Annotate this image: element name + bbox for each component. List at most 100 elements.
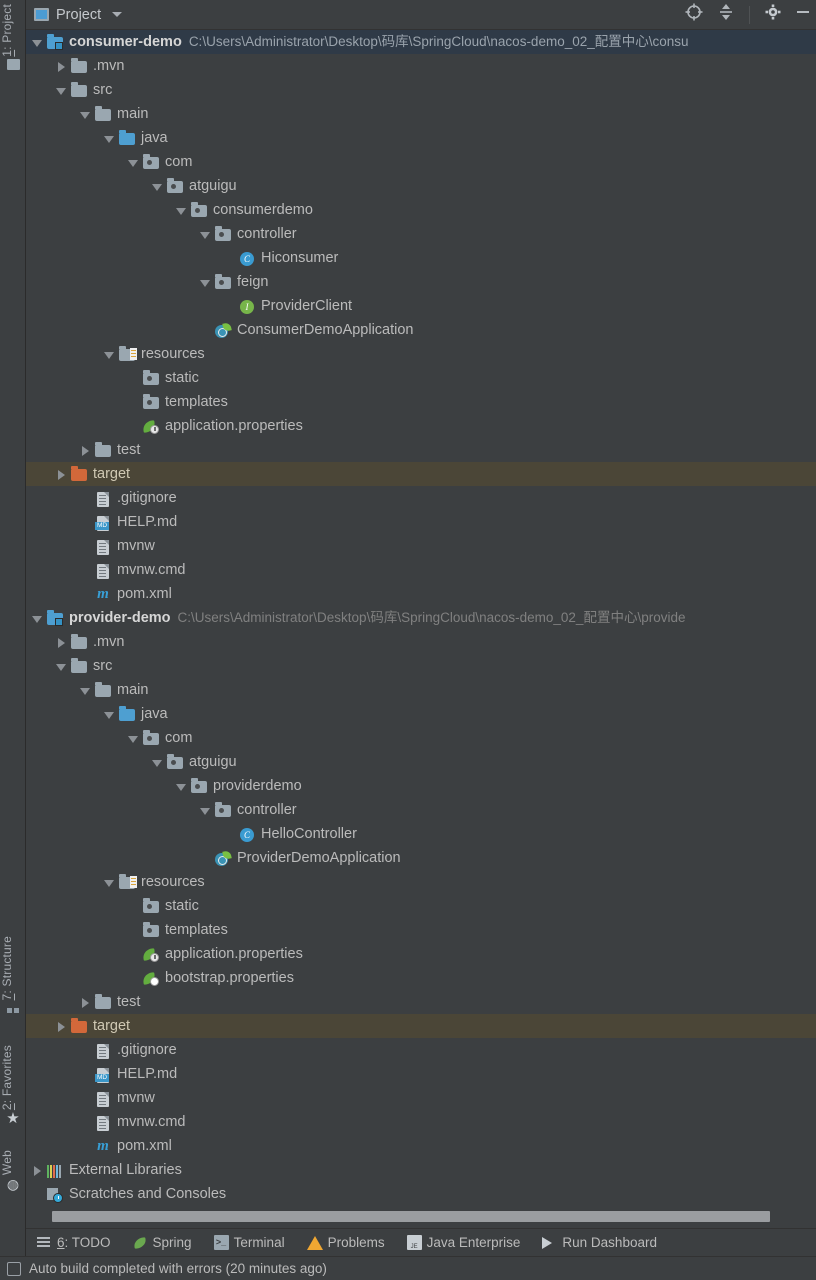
hide-icon[interactable] bbox=[796, 3, 810, 26]
tree-row[interactable]: ConsumerDemoApplication bbox=[26, 318, 816, 342]
tree-expand-arrow-down-icon[interactable] bbox=[30, 30, 46, 54]
tree-expand-arrow-down-icon[interactable] bbox=[102, 702, 118, 726]
tree-expand-arrow-down-icon[interactable] bbox=[78, 678, 94, 702]
sidebar-item-project[interactable]: 1: Project bbox=[0, 4, 26, 75]
tree-expand-arrow-down-icon[interactable] bbox=[174, 198, 190, 222]
sidebar-item-web[interactable]: Web ◍ bbox=[0, 1150, 26, 1193]
tree-row[interactable]: .mvn bbox=[26, 630, 816, 654]
tree-row[interactable]: feign bbox=[26, 270, 816, 294]
scrollbar-thumb[interactable] bbox=[52, 1211, 770, 1222]
spring-boot-app-icon bbox=[214, 849, 232, 867]
tree-row[interactable]: resources bbox=[26, 342, 816, 366]
tree-row[interactable]: templates bbox=[26, 918, 816, 942]
tree-expand-arrow-down-icon[interactable] bbox=[126, 726, 142, 750]
tool-window-button-spring[interactable]: Spring bbox=[122, 1229, 203, 1257]
sidebar-item-favorites[interactable]: 2: Favorites ★ bbox=[0, 1045, 26, 1128]
tree-row[interactable]: External Libraries bbox=[26, 1158, 816, 1182]
tree-row[interactable]: resources bbox=[26, 870, 816, 894]
tree-expand-arrow-down-icon[interactable] bbox=[198, 270, 214, 294]
tree-expand-arrow-down-icon[interactable] bbox=[102, 342, 118, 366]
tree-row[interactable]: Scratches and Consoles bbox=[26, 1182, 816, 1206]
tool-window-button-java-enterprise[interactable]: Java Enterprise bbox=[396, 1229, 532, 1257]
tree-row[interactable]: ProviderDemoApplication bbox=[26, 846, 816, 870]
tree-row[interactable]: application.properties bbox=[26, 414, 816, 438]
tool-window-button-6-todo[interactable]: 6: TODO bbox=[26, 1229, 122, 1257]
tree-row[interactable]: mvnw.cmd bbox=[26, 1110, 816, 1134]
tree-expand-arrow-down-icon[interactable] bbox=[126, 150, 142, 174]
resources-folder-icon bbox=[118, 873, 137, 891]
tree-expand-arrow-down-icon[interactable] bbox=[102, 870, 118, 894]
tree-row[interactable]: src bbox=[26, 78, 816, 102]
bottom-tool-window-bar[interactable]: 6: TODO Spring >_ Terminal Problems Java Ente… bbox=[26, 1228, 816, 1256]
tree-expand-arrow-right-icon[interactable] bbox=[54, 630, 70, 654]
tree-row[interactable]: mvnw bbox=[26, 534, 816, 558]
sidebar-item-structure[interactable]: 7: Structure bbox=[0, 936, 26, 1018]
tree-row[interactable]: providerdemo bbox=[26, 774, 816, 798]
tree-row[interactable]: com bbox=[26, 726, 816, 750]
tree-row[interactable]: test bbox=[26, 990, 816, 1014]
tree-expand-arrow-down-icon[interactable] bbox=[150, 750, 166, 774]
tree-row[interactable]: .gitignore bbox=[26, 486, 816, 510]
settings-gear-icon[interactable] bbox=[764, 3, 782, 26]
tree-row[interactable]: C Hiconsumer bbox=[26, 246, 816, 270]
tree-row[interactable]: templates bbox=[26, 390, 816, 414]
tree-row[interactable]: MD HELP.md bbox=[26, 1062, 816, 1086]
tree-row[interactable]: C HelloController bbox=[26, 822, 816, 846]
tree-row[interactable]: static bbox=[26, 894, 816, 918]
tree-row[interactable]: I ProviderClient bbox=[26, 294, 816, 318]
tree-row[interactable]: controller bbox=[26, 798, 816, 822]
tree-expand-arrow-down-icon[interactable] bbox=[30, 606, 46, 630]
tree-expand-arrow-right-icon[interactable] bbox=[54, 1014, 70, 1038]
tree-expand-arrow-right-icon[interactable] bbox=[78, 990, 94, 1014]
tree-expand-arrow-down-icon[interactable] bbox=[150, 174, 166, 198]
tree-expand-arrow-right-icon[interactable] bbox=[30, 1158, 46, 1182]
tree-row[interactable]: target bbox=[26, 462, 816, 486]
tree-row[interactable]: test bbox=[26, 438, 816, 462]
chevron-down-icon[interactable] bbox=[112, 12, 123, 17]
tree-row[interactable]: m pom.xml bbox=[26, 582, 816, 606]
tool-window-button-problems[interactable]: Problems bbox=[296, 1229, 396, 1257]
tree-expand-arrow-down-icon[interactable] bbox=[54, 78, 70, 102]
tree-expand-arrow-right-icon[interactable] bbox=[54, 462, 70, 486]
tree-row[interactable]: provider-demo C:\Users\Administrator\Desk… bbox=[26, 606, 816, 630]
tree-row[interactable]: MD HELP.md bbox=[26, 510, 816, 534]
tree-row[interactable]: java bbox=[26, 702, 816, 726]
project-tree[interactable]: consumer-demo C:\Users\Administrator\Desk… bbox=[26, 30, 816, 1208]
tree-row[interactable]: main bbox=[26, 102, 816, 126]
tool-window-button-run-dashboard[interactable]: Run Dashboard bbox=[531, 1229, 668, 1257]
tree-row[interactable]: mvnw bbox=[26, 1086, 816, 1110]
tree-row[interactable]: atguigu bbox=[26, 750, 816, 774]
tree-expand-arrow-down-icon[interactable] bbox=[54, 654, 70, 678]
tree-row[interactable]: src bbox=[26, 654, 816, 678]
horizontal-scrollbar[interactable] bbox=[26, 1208, 816, 1226]
tree-row[interactable]: application.properties bbox=[26, 942, 816, 966]
collapse-all-icon[interactable] bbox=[717, 3, 735, 26]
tree-row[interactable]: consumerdemo bbox=[26, 198, 816, 222]
tree-row[interactable]: .gitignore bbox=[26, 1038, 816, 1062]
tree-expand-arrow-down-icon[interactable] bbox=[102, 126, 118, 150]
tree-row[interactable]: main bbox=[26, 678, 816, 702]
tree-row[interactable]: consumer-demo C:\Users\Administrator\Desk… bbox=[26, 30, 816, 54]
tree-expand-arrow-down-icon[interactable] bbox=[198, 222, 214, 246]
tree-row[interactable]: m pom.xml bbox=[26, 1134, 816, 1158]
tree-expand-arrow-down-icon[interactable] bbox=[198, 798, 214, 822]
tree-expand-arrow-down-icon[interactable] bbox=[78, 102, 94, 126]
tree-row[interactable]: controller bbox=[26, 222, 816, 246]
tree-row[interactable]: atguigu bbox=[26, 174, 816, 198]
tree-row[interactable]: static bbox=[26, 366, 816, 390]
tree-expand-arrow-right-icon[interactable] bbox=[54, 54, 70, 78]
tree-row[interactable]: mvnw.cmd bbox=[26, 558, 816, 582]
tree-row[interactable]: java bbox=[26, 126, 816, 150]
terminal-icon: >_ bbox=[213, 1235, 229, 1250]
tree-row[interactable]: com bbox=[26, 150, 816, 174]
tree-row[interactable]: bootstrap.properties bbox=[26, 966, 816, 990]
tree-row[interactable]: target bbox=[26, 1014, 816, 1038]
tree-row[interactable]: .mvn bbox=[26, 54, 816, 78]
locate-icon[interactable] bbox=[685, 3, 703, 26]
tool-window-button-terminal[interactable]: >_ Terminal bbox=[203, 1229, 296, 1257]
tree-expand-arrow-right-icon[interactable] bbox=[78, 438, 94, 462]
tree-expand-arrow-down-icon[interactable] bbox=[174, 774, 190, 798]
